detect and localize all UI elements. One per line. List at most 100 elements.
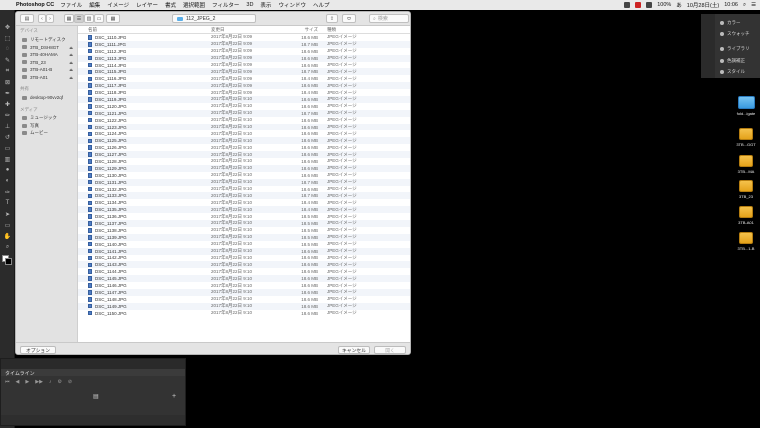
table-row[interactable]: DSC_1149.JPG 2017年8月22日 9:10 18.6 MB JPEGイメ… bbox=[78, 302, 410, 310]
group-icon[interactable]: ▦ bbox=[106, 14, 120, 23]
sidebar-item[interactable]: 写真 bbox=[16, 122, 77, 130]
desktop-folder[interactable]: fold...igate bbox=[733, 96, 759, 116]
type-tool-icon[interactable]: T bbox=[1, 198, 14, 208]
sidebar-item[interactable]: 3TB_DSH8GT ⏏ bbox=[16, 44, 77, 52]
table-row[interactable]: DSC_1141.JPG 2017年8月22日 9:10 18.6 MB JPEGイメ… bbox=[78, 247, 410, 255]
timeline-tab[interactable]: タイムライン bbox=[1, 369, 185, 377]
blur-icon[interactable]: ● bbox=[1, 165, 14, 175]
desktop-drive[interactable]: 3TB_23 bbox=[733, 180, 759, 199]
table-row[interactable]: DSC_1144.JPG 2017年8月22日 9:10 18.6 MB JPEGイメ… bbox=[78, 268, 410, 275]
search-icon[interactable]: ⌕ bbox=[743, 2, 746, 9]
settings-icon[interactable]: ⚙ bbox=[57, 379, 61, 385]
shape-tool-icon[interactable]: ▭ bbox=[1, 220, 14, 230]
table-row[interactable]: DSC_1140.JPG 2017年8月22日 9:10 18.5 MB JPEGイメ… bbox=[78, 241, 410, 248]
table-row[interactable]: DSC_1139.JPG 2017年8月22日 9:10 18.5 MB JPEGイメ… bbox=[78, 233, 410, 241]
input-method[interactable]: あ bbox=[676, 1, 682, 9]
table-row[interactable]: DSC_1119.JPG 2017年8月22日 9:10 18.6 MB JPEGイメ… bbox=[78, 96, 410, 103]
sidebar-item[interactable]: 3TB-40HAMA ⏏ bbox=[16, 51, 77, 59]
menu-layer[interactable]: レイヤー bbox=[136, 1, 158, 9]
table-row[interactable]: DSC_1112.JPG 2017年8月22日 9:09 18.6 MB JPEGイメ… bbox=[78, 48, 410, 55]
table-row[interactable]: DSC_1130.JPG 2017年8月22日 9:10 18.6 MB JPEGイメ… bbox=[78, 172, 410, 179]
history-brush-icon[interactable]: ↺ bbox=[1, 132, 14, 142]
create-timeline-icon[interactable]: ▤ bbox=[93, 393, 99, 400]
menu-time[interactable]: 10:06 bbox=[724, 2, 738, 8]
dodge-icon[interactable]: ◐ bbox=[1, 176, 14, 186]
table-row[interactable]: DSC_1142.JPG 2017年8月22日 9:10 18.6 MB JPEGイメ… bbox=[78, 255, 410, 262]
path-select-icon[interactable]: ➤ bbox=[1, 209, 14, 219]
table-row[interactable]: DSC_1134.JPG 2017年8月22日 9:10 18.4 MB JPEGイメ… bbox=[78, 199, 410, 206]
sidebar-item[interactable]: 3TB_23 ⏏ bbox=[16, 59, 77, 67]
healing-icon[interactable]: ✚ bbox=[1, 99, 14, 109]
audio-icon[interactable]: ♪ bbox=[49, 379, 52, 385]
next-frame-icon[interactable]: ▶▶ bbox=[35, 379, 43, 385]
table-row[interactable]: DSC_1116.JPG 2017年8月22日 9:09 18.4 MB JPEGイメ… bbox=[78, 75, 410, 82]
table-row[interactable]: DSC_1150.JPG 2017年8月22日 9:10 18.6 MB JPEGイメ… bbox=[78, 310, 410, 317]
tag-icon[interactable]: ⬭ bbox=[342, 14, 356, 23]
menu-image[interactable]: イメージ bbox=[107, 1, 129, 9]
status-icon[interactable] bbox=[624, 2, 631, 8]
table-row[interactable]: DSC_1132.JPG 2017年8月22日 9:10 18.6 MB JPEGイメ… bbox=[78, 186, 410, 193]
share-icon[interactable]: ⇪ bbox=[326, 14, 338, 23]
table-row[interactable]: DSC_1135.JPG 2017年8月22日 9:10 18.4 MB JPEGイメ… bbox=[78, 206, 410, 214]
background-color[interactable] bbox=[5, 258, 12, 265]
table-row[interactable]: DSC_1136.JPG 2017年8月22日 9:10 18.5 MB JPEGイメ… bbox=[78, 213, 410, 220]
column-size[interactable]: サイズ bbox=[271, 27, 321, 33]
eject-icon[interactable]: ⏏ bbox=[69, 52, 73, 57]
back-icon[interactable]: ‹ bbox=[38, 14, 46, 23]
sidebar-item[interactable]: desktop-90vv2qf bbox=[16, 94, 77, 102]
column-kind[interactable]: 種類 bbox=[321, 27, 401, 33]
folder-popup[interactable]: 112_JPEG_2 bbox=[172, 14, 256, 23]
cancel-button[interactable]: キャンセル bbox=[338, 346, 370, 354]
hand-tool-icon[interactable]: ✋ bbox=[1, 231, 14, 241]
table-row[interactable]: DSC_1111.JPG 2017年8月22日 9:09 18.7 MB JPEGイメ… bbox=[78, 40, 410, 48]
table-row[interactable]: DSC_1126.JPG 2017年8月22日 9:10 18.6 MB JPEGイメ… bbox=[78, 144, 410, 151]
menu-select[interactable]: 選択範囲 bbox=[183, 1, 205, 9]
table-row[interactable]: DSC_1147.JPG 2017年8月22日 9:10 18.6 MB JPEGイメ… bbox=[78, 288, 410, 296]
marquee-tool-icon[interactable]: ⬚ bbox=[1, 33, 14, 43]
table-row[interactable]: DSC_1131.JPG 2017年8月22日 9:10 18.7 MB JPEGイメ… bbox=[78, 178, 410, 186]
zoom-tool-icon[interactable]: ⌕ bbox=[1, 242, 14, 252]
desktop-drive[interactable]: 3TB...MA bbox=[733, 155, 759, 174]
table-row[interactable]: DSC_1145.JPG 2017年8月22日 9:10 18.6 MB JPEGイメ… bbox=[78, 275, 410, 283]
column-view-icon[interactable]: ▥ bbox=[84, 14, 94, 23]
gallery-view-icon[interactable]: ▭ bbox=[94, 14, 104, 23]
brush-icon[interactable]: ✏ bbox=[1, 110, 14, 120]
table-row[interactable]: DSC_1124.JPG 2017年8月22日 9:10 18.6 MB JPEGイメ… bbox=[78, 130, 410, 137]
column-name[interactable]: 名前 bbox=[78, 27, 209, 33]
menu-filter[interactable]: フィルター bbox=[212, 1, 239, 9]
wifi-icon[interactable] bbox=[646, 2, 653, 8]
table-row[interactable]: DSC_1121.JPG 2017年8月22日 9:10 18.7 MB JPEGイメ… bbox=[78, 109, 410, 117]
menu-file[interactable]: ファイル bbox=[60, 1, 82, 9]
table-row[interactable]: DSC_1120.JPG 2017年8月22日 9:10 18.6 MB JPEGイメ… bbox=[78, 103, 410, 110]
table-row[interactable]: DSC_1137.JPG 2017年8月22日 9:10 18.5 MB JPEGイメ… bbox=[78, 220, 410, 227]
panel-libraries[interactable]: ライブラリ bbox=[720, 46, 750, 52]
desktop-drive[interactable]: 3TB...1-B bbox=[733, 232, 759, 251]
table-row[interactable]: DSC_1113.JPG 2017年8月22日 9:09 18.6 MB JPEGイメ… bbox=[78, 54, 410, 62]
add-icon[interactable]: + bbox=[172, 393, 176, 400]
frame-tool-icon[interactable]: ⊠ bbox=[1, 77, 14, 87]
table-row[interactable]: DSC_1125.JPG 2017年8月22日 9:10 18.6 MB JPEGイメ… bbox=[78, 137, 410, 145]
column-date[interactable]: 変更日 bbox=[209, 27, 271, 33]
record-icon[interactable] bbox=[635, 2, 642, 8]
sidebar-item[interactable]: ミュージック bbox=[16, 115, 77, 123]
list-view-icon[interactable]: ☰ bbox=[74, 14, 84, 23]
desktop-drive[interactable]: 3TB-A01 bbox=[733, 206, 759, 225]
menu-date[interactable]: 10月28日(土) bbox=[687, 1, 719, 9]
eject-icon[interactable]: ⏏ bbox=[69, 67, 73, 72]
panel-styles[interactable]: スタイル bbox=[720, 69, 745, 75]
move-tool-icon[interactable]: ✥ bbox=[1, 22, 14, 32]
table-row[interactable]: DSC_1127.JPG 2017年8月22日 9:10 18.6 MB JPEGイメ… bbox=[78, 151, 410, 159]
menu-edit[interactable]: 編集 bbox=[89, 1, 100, 9]
stamp-icon[interactable]: ⊥ bbox=[1, 121, 14, 131]
options-button[interactable]: オプション bbox=[20, 346, 56, 354]
search-input[interactable]: ⌕ 検索 bbox=[369, 14, 409, 23]
table-row[interactable]: DSC_1118.JPG 2017年8月22日 9:09 18.4 MB JPEGイメ… bbox=[78, 89, 410, 96]
panel-color[interactable]: カラー bbox=[720, 20, 741, 26]
pen-icon[interactable]: ✑ bbox=[1, 187, 14, 197]
battery-percent[interactable]: 100% bbox=[657, 2, 671, 8]
table-row[interactable]: DSC_1117.JPG 2017年8月22日 9:09 18.6 MB JPEGイメ… bbox=[78, 82, 410, 90]
menu-3d[interactable]: 3D bbox=[246, 2, 253, 8]
eject-icon[interactable]: ⏏ bbox=[69, 60, 73, 65]
eject-icon[interactable]: ⏏ bbox=[69, 75, 73, 80]
table-row[interactable]: DSC_1115.JPG 2017年8月22日 9:09 18.7 MB JPEGイメ… bbox=[78, 68, 410, 76]
